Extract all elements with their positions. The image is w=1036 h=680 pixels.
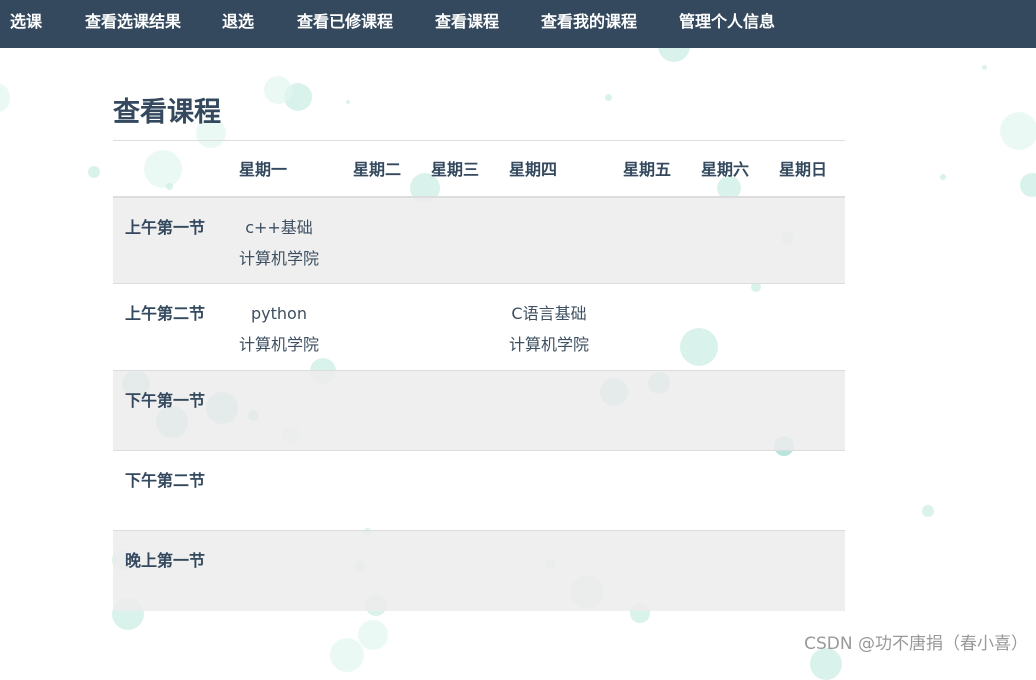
schedule-cell (779, 197, 845, 284)
schedule-cell (701, 531, 779, 611)
schedule-cell (509, 531, 623, 611)
schedule-cell (623, 371, 701, 451)
schedule-cell (431, 531, 509, 611)
period-label: 晚上第一节 (125, 551, 206, 570)
nav-view-courses[interactable]: 查看课程 (435, 0, 499, 48)
day-header-monday: 星期一 (239, 160, 288, 180)
day-header-saturday: 星期六 (701, 160, 750, 180)
schedule-cell (239, 371, 353, 451)
course-name: python (251, 304, 307, 323)
nav-select-course[interactable]: 选课 (10, 0, 42, 48)
corner-header (113, 141, 239, 197)
nav-completed-courses[interactable]: 查看已修课程 (297, 0, 393, 48)
schedule-cell (353, 451, 431, 531)
period-label: 下午第二节 (125, 471, 206, 490)
course-schedule-table: 星期一 星期二 星期三 星期四 星期五 星期六 星期日 上午第一节 c++基础 (113, 140, 845, 611)
schedule-cell (701, 197, 779, 284)
schedule-cell (701, 451, 779, 531)
schedule-cell (353, 197, 431, 284)
schedule-cell (353, 284, 431, 371)
schedule-cell (509, 197, 623, 284)
schedule-cell: c++基础 计算机学院 (239, 197, 353, 284)
period-label: 下午第一节 (125, 391, 206, 410)
course-entry: python 计算机学院 (239, 298, 319, 360)
main-content: 查看课程 星期一 星期二 星期三 星期四 星期五 星期六 星期日 上午第一节 c… (0, 0, 1036, 662)
schedule-cell (779, 284, 845, 371)
schedule-cell (353, 371, 431, 451)
schedule-cell (509, 371, 623, 451)
nav-profile[interactable]: 管理个人信息 (679, 0, 775, 48)
day-header-wednesday: 星期三 (431, 160, 480, 180)
nav-my-courses[interactable]: 查看我的课程 (541, 0, 637, 48)
schedule-cell (623, 284, 701, 371)
schedule-cell (431, 197, 509, 284)
schedule-cell (239, 451, 353, 531)
csdn-watermark: CSDN @功不唐捐（春小喜） (804, 634, 1028, 654)
schedule-cell (779, 371, 845, 451)
period-label: 上午第二节 (125, 304, 206, 323)
day-header-tuesday: 星期二 (353, 160, 402, 180)
schedule-cell (509, 451, 623, 531)
schedule-cell (431, 451, 509, 531)
table-row: 上午第二节 python 计算机学院 C语言基础 计算机学院 (113, 283, 845, 371)
course-name: C语言基础 (511, 304, 587, 323)
period-label: 上午第一节 (125, 217, 206, 237)
schedule-cell: python 计算机学院 (239, 284, 353, 371)
course-college: 计算机学院 (509, 335, 590, 354)
schedule-cell (353, 531, 431, 611)
course-entry: c++基础 计算机学院 (239, 212, 319, 274)
day-header-sunday: 星期日 (779, 160, 828, 180)
schedule-cell: C语言基础 计算机学院 (509, 284, 623, 371)
nav-view-selection[interactable]: 查看选课结果 (85, 0, 181, 48)
schedule-cell (623, 531, 701, 611)
schedule-cell (431, 284, 509, 371)
day-header-thursday: 星期四 (509, 160, 558, 180)
schedule-cell (431, 371, 509, 451)
schedule-cell (779, 531, 845, 611)
schedule-cell (701, 371, 779, 451)
schedule-cell (779, 451, 845, 531)
course-schedule-wrapper: 星期一 星期二 星期三 星期四 星期五 星期六 星期日 上午第一节 c++基础 (113, 140, 845, 611)
table-row: 下午第二节 (113, 450, 845, 531)
course-entry: C语言基础 计算机学院 (509, 298, 589, 360)
day-header-friday: 星期五 (623, 160, 672, 180)
top-navbar: 选课 查看选课结果 退选 查看已修课程 查看课程 查看我的课程 管理个人信息 (0, 0, 1036, 48)
course-name: c++基础 (245, 217, 313, 237)
nav-drop-course[interactable]: 退选 (222, 0, 254, 48)
course-college: 计算机学院 (239, 248, 320, 268)
table-row: 下午第一节 (113, 370, 845, 451)
course-college: 计算机学院 (239, 335, 320, 354)
table-row: 上午第一节 c++基础 计算机学院 (113, 196, 845, 284)
table-header-row: 星期一 星期二 星期三 星期四 星期五 星期六 星期日 (113, 140, 845, 197)
schedule-cell (239, 531, 353, 611)
table-row: 晚上第一节 (113, 530, 845, 611)
schedule-cell (623, 197, 701, 284)
schedule-cell (623, 451, 701, 531)
page-title: 查看课程 (113, 97, 221, 128)
schedule-cell (701, 284, 779, 371)
